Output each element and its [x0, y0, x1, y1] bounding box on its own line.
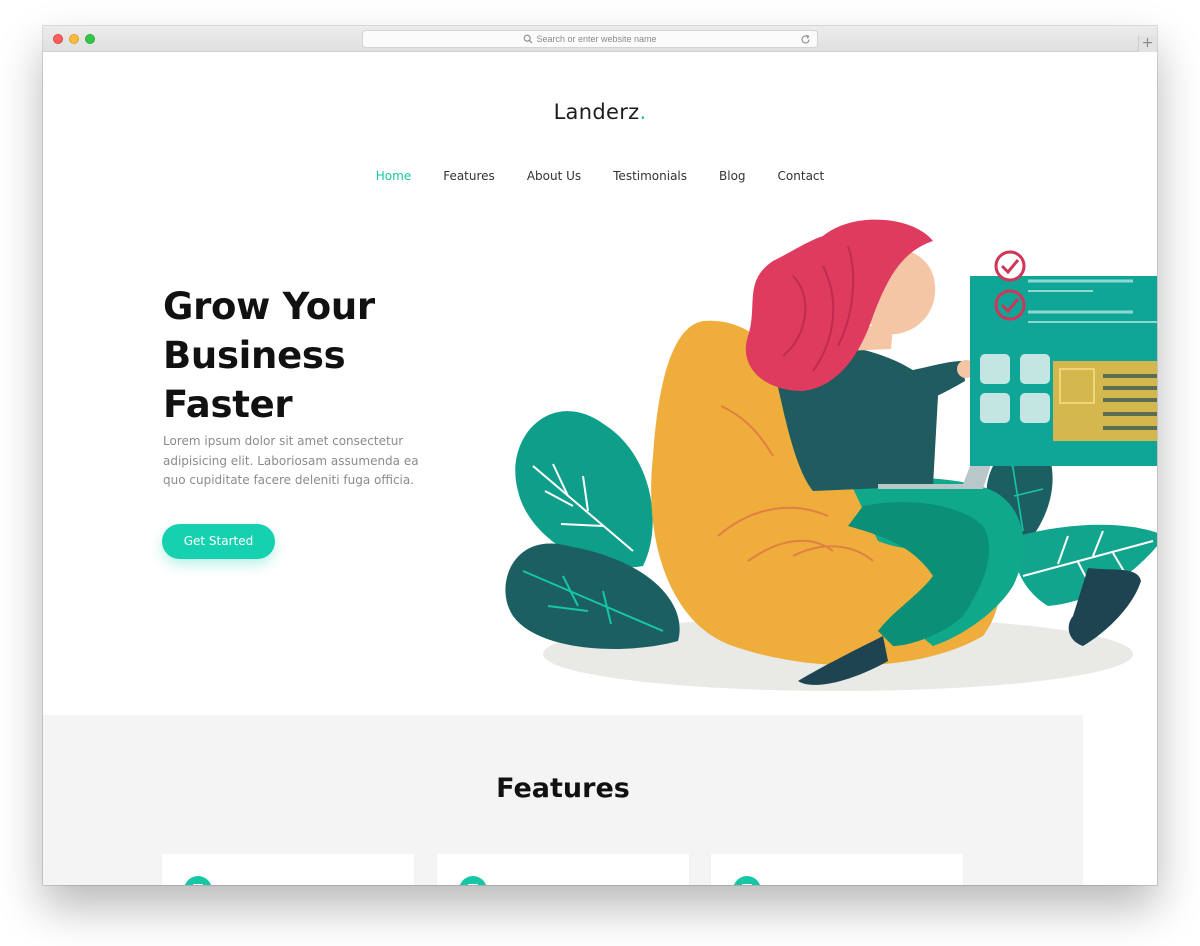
feature-card [437, 854, 689, 885]
nav-about-us[interactable]: About Us [527, 169, 581, 183]
feature-icon [733, 876, 761, 885]
feature-icon [459, 876, 487, 885]
dashboard-panel [970, 276, 1157, 466]
tile [980, 393, 1010, 423]
search-icon [524, 34, 533, 44]
hero-illustration [505, 219, 1157, 691]
tile [980, 354, 1010, 384]
hero-description: Lorem ipsum dolor sit amet consectetur a… [163, 434, 419, 487]
address-bar-placeholder: Search or enter website name [536, 34, 657, 44]
address-bar[interactable]: Search or enter website name [362, 30, 818, 48]
site-logo[interactable]: Landerz. [43, 100, 1157, 124]
logo-dot: . [639, 100, 647, 124]
tile [1020, 354, 1050, 384]
minimize-window-button[interactable] [69, 34, 79, 44]
feature-icon [184, 876, 212, 885]
checkmark-icon [994, 250, 1026, 282]
nav-testimonials[interactable]: Testimonials [613, 169, 687, 183]
features-section: Features [43, 715, 1083, 885]
tile [1020, 393, 1050, 423]
hero-title: Grow Your Business Faster [163, 282, 463, 429]
main-nav: Home Features About Us Testimonials Blog… [43, 169, 1157, 183]
nav-home[interactable]: Home [376, 169, 411, 183]
nav-features[interactable]: Features [443, 169, 495, 183]
nav-contact[interactable]: Contact [778, 169, 825, 183]
new-tab-button[interactable]: + [1138, 36, 1156, 52]
hero-title-line: Business [163, 334, 346, 377]
leaf-left-bottom-icon [505, 543, 680, 649]
browser-window: Search or enter website name + Landerz. … [43, 26, 1157, 885]
feature-card [162, 854, 414, 885]
nav-blog[interactable]: Blog [719, 169, 746, 183]
features-title: Features [496, 773, 630, 804]
feature-card [711, 854, 963, 885]
close-window-button[interactable] [53, 34, 63, 44]
browser-titlebar: Search or enter website name + [43, 26, 1157, 52]
zoom-window-button[interactable] [85, 34, 95, 44]
hero-title-line: Faster [163, 383, 293, 426]
reload-icon[interactable] [800, 34, 811, 45]
hero-title-line: Grow Your [163, 285, 375, 328]
leaf-left-top-icon [515, 411, 653, 568]
logo-text: Landerz [553, 100, 640, 124]
get-started-button[interactable]: Get Started [162, 524, 275, 559]
